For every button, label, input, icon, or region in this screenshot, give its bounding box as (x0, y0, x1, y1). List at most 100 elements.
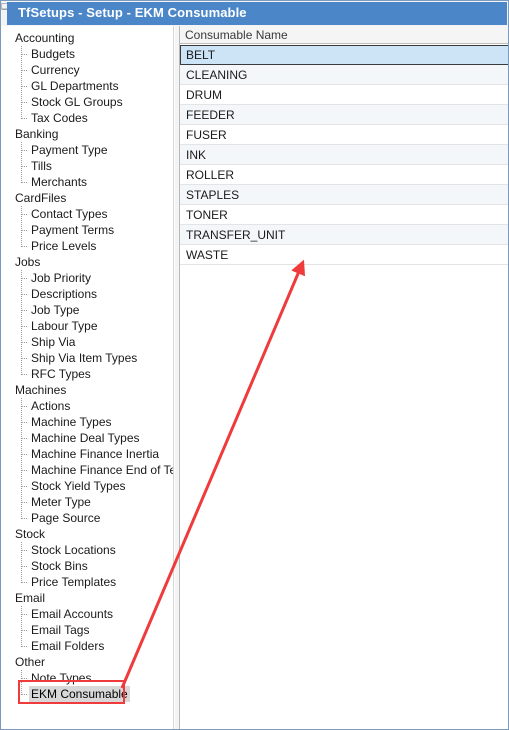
tree-item-ship-via-item-types[interactable]: Ship Via Item Types (1, 350, 173, 366)
tree-group-label: Machines (15, 383, 67, 397)
tree-item-label: RFC Types (31, 367, 91, 381)
setup-tree[interactable]: Accounting Budgets Currency GL Departments S… (1, 26, 173, 702)
tree-group-label: Accounting (15, 31, 75, 45)
tree-item-label: Contact Types (31, 207, 108, 221)
tree-item-actions[interactable]: Actions (1, 398, 173, 414)
tree-group-label: Stock (15, 527, 46, 541)
tree-item-label: GL Departments (31, 79, 119, 93)
tree-item-label: Note Types (31, 671, 92, 685)
table-row[interactable]: CLEANING (180, 65, 508, 85)
tree-item-label: Machine Finance Inertia (31, 447, 160, 461)
grid-header-row: Consumable Name (180, 26, 508, 44)
table-row[interactable]: TONER (180, 205, 508, 225)
table-row[interactable]: ROLLER (180, 165, 508, 185)
tree-item-price-templates[interactable]: Price Templates (1, 574, 173, 590)
tree-item-tax-codes[interactable]: Tax Codes (1, 110, 173, 126)
tree-item-label: Email Tags (31, 623, 90, 637)
tree-item-label: Payment Type (31, 143, 108, 157)
application-window: ❑ TfSetups - Setup - EKM Consumable Acco… (0, 0, 509, 730)
tree-item-label: Stock Bins (31, 559, 88, 573)
tree-item-stock-bins[interactable]: Stock Bins (1, 558, 173, 574)
table-row[interactable]: INK (180, 145, 508, 165)
tree-item-price-levels[interactable]: Price Levels (1, 238, 173, 254)
tree-item-payment-type[interactable]: Payment Type (1, 142, 173, 158)
window-client-area: Accounting Budgets Currency GL Departments S… (1, 26, 508, 729)
tree-item-payment-terms[interactable]: Payment Terms (1, 222, 173, 238)
tree-item-label: Payment Terms (31, 223, 115, 237)
tree-item-email-folders[interactable]: Email Folders (1, 638, 173, 654)
tree-item-job-priority[interactable]: Job Priority (1, 270, 173, 286)
tree-item-merchants[interactable]: Merchants (1, 174, 173, 190)
tree-item-stock-yield-types[interactable]: Stock Yield Types (1, 478, 173, 494)
consumable-list-panel[interactable]: Consumable Name BELT CLEANING DRUM FEEDER FU… (179, 26, 508, 729)
tree-item-contact-types[interactable]: Contact Types (1, 206, 173, 222)
tree-item-label: Actions (31, 399, 71, 413)
window-titlebar[interactable]: TfSetups - Setup - EKM Consumable (7, 2, 507, 25)
tree-item-note-types[interactable]: Note Types (1, 670, 173, 686)
tree-group-cardfiles[interactable]: CardFiles (1, 190, 173, 206)
tree-group-label: CardFiles (15, 191, 67, 205)
tree-item-label: Ship Via Item Types (31, 351, 138, 365)
tree-item-machine-finance-inertia[interactable]: Machine Finance Inertia (1, 446, 173, 462)
table-row[interactable]: BELT (180, 45, 508, 65)
tree-item-rfc-types[interactable]: RFC Types (1, 366, 173, 382)
tree-item-label: Email Accounts (31, 607, 114, 621)
tree-group-label: Email (15, 591, 46, 605)
table-row[interactable]: TRANSFER_UNIT (180, 225, 508, 245)
tree-item-label: Page Source (31, 511, 101, 525)
tree-item-email-accounts[interactable]: Email Accounts (1, 606, 173, 622)
tree-item-meter-type[interactable]: Meter Type (1, 494, 173, 510)
table-row[interactable]: STAPLES (180, 185, 508, 205)
tree-item-label: EKM Consumable (29, 686, 130, 702)
tree-item-label: Machine Types (31, 415, 112, 429)
tree-item-label: Stock Locations (31, 543, 116, 557)
tree-item-job-type[interactable]: Job Type (1, 302, 173, 318)
tree-group-other[interactable]: Other (1, 654, 173, 670)
tree-item-currency[interactable]: Currency (1, 62, 173, 78)
tree-item-machine-types[interactable]: Machine Types (1, 414, 173, 430)
table-row[interactable]: FUSER (180, 125, 508, 145)
tree-item-labour-type[interactable]: Labour Type (1, 318, 173, 334)
tree-item-label: Stock Yield Types (31, 479, 126, 493)
column-header-consumable-name[interactable]: Consumable Name (185, 28, 288, 42)
tree-item-email-tags[interactable]: Email Tags (1, 622, 173, 638)
tree-item-label: Currency (31, 63, 80, 77)
tree-item-ekm-consumable[interactable]: EKM Consumable (1, 686, 173, 702)
table-row[interactable]: WASTE (180, 245, 508, 265)
tree-item-label: Descriptions (31, 287, 98, 301)
tree-group-jobs[interactable]: Jobs (1, 254, 173, 270)
setup-tree-panel[interactable]: Accounting Budgets Currency GL Departments S… (1, 26, 174, 729)
tree-item-ship-via[interactable]: Ship Via (1, 334, 173, 350)
tree-item-label: Price Templates (31, 575, 117, 589)
tree-item-descriptions[interactable]: Descriptions (1, 286, 173, 302)
tree-item-budgets[interactable]: Budgets (1, 46, 173, 62)
tree-item-page-source[interactable]: Page Source (1, 510, 173, 526)
tree-group-accounting[interactable]: Accounting (1, 30, 173, 46)
tree-item-label: Machine Deal Types (31, 431, 140, 445)
tree-item-stock-gl-groups[interactable]: Stock GL Groups (1, 94, 173, 110)
tree-group-email[interactable]: Email (1, 590, 173, 606)
tree-item-label: Merchants (31, 175, 88, 189)
tree-item-stock-locations[interactable]: Stock Locations (1, 542, 173, 558)
tree-item-label: Budgets (31, 47, 76, 61)
tree-item-label: Price Levels (31, 239, 97, 253)
table-row[interactable]: FEEDER (180, 105, 508, 125)
tree-group-label: Other (15, 655, 46, 669)
tree-item-label: Labour Type (31, 319, 98, 333)
tree-item-label: Stock GL Groups (31, 95, 123, 109)
tree-group-machines[interactable]: Machines (1, 382, 173, 398)
tree-group-banking[interactable]: Banking (1, 126, 173, 142)
tree-item-machine-finance-end-of-term[interactable]: Machine Finance End of Term (1, 462, 173, 478)
table-row[interactable]: DRUM (180, 85, 508, 105)
tree-group-label: Jobs (15, 255, 41, 269)
tree-item-tills[interactable]: Tills (1, 158, 173, 174)
tree-group-label: Banking (15, 127, 59, 141)
grid-body[interactable]: BELT CLEANING DRUM FEEDER FUSER INK ROLLER STAP… (180, 45, 508, 265)
tree-item-machine-deal-types[interactable]: Machine Deal Types (1, 430, 173, 446)
tree-group-stock[interactable]: Stock (1, 526, 173, 542)
tree-item-label: Tax Codes (31, 111, 88, 125)
tree-item-label: Machine Finance End of Term (31, 463, 173, 477)
tree-item-label: Tills (31, 159, 52, 173)
tree-item-label: Job Priority (31, 271, 92, 285)
tree-item-gl-departments[interactable]: GL Departments (1, 78, 173, 94)
